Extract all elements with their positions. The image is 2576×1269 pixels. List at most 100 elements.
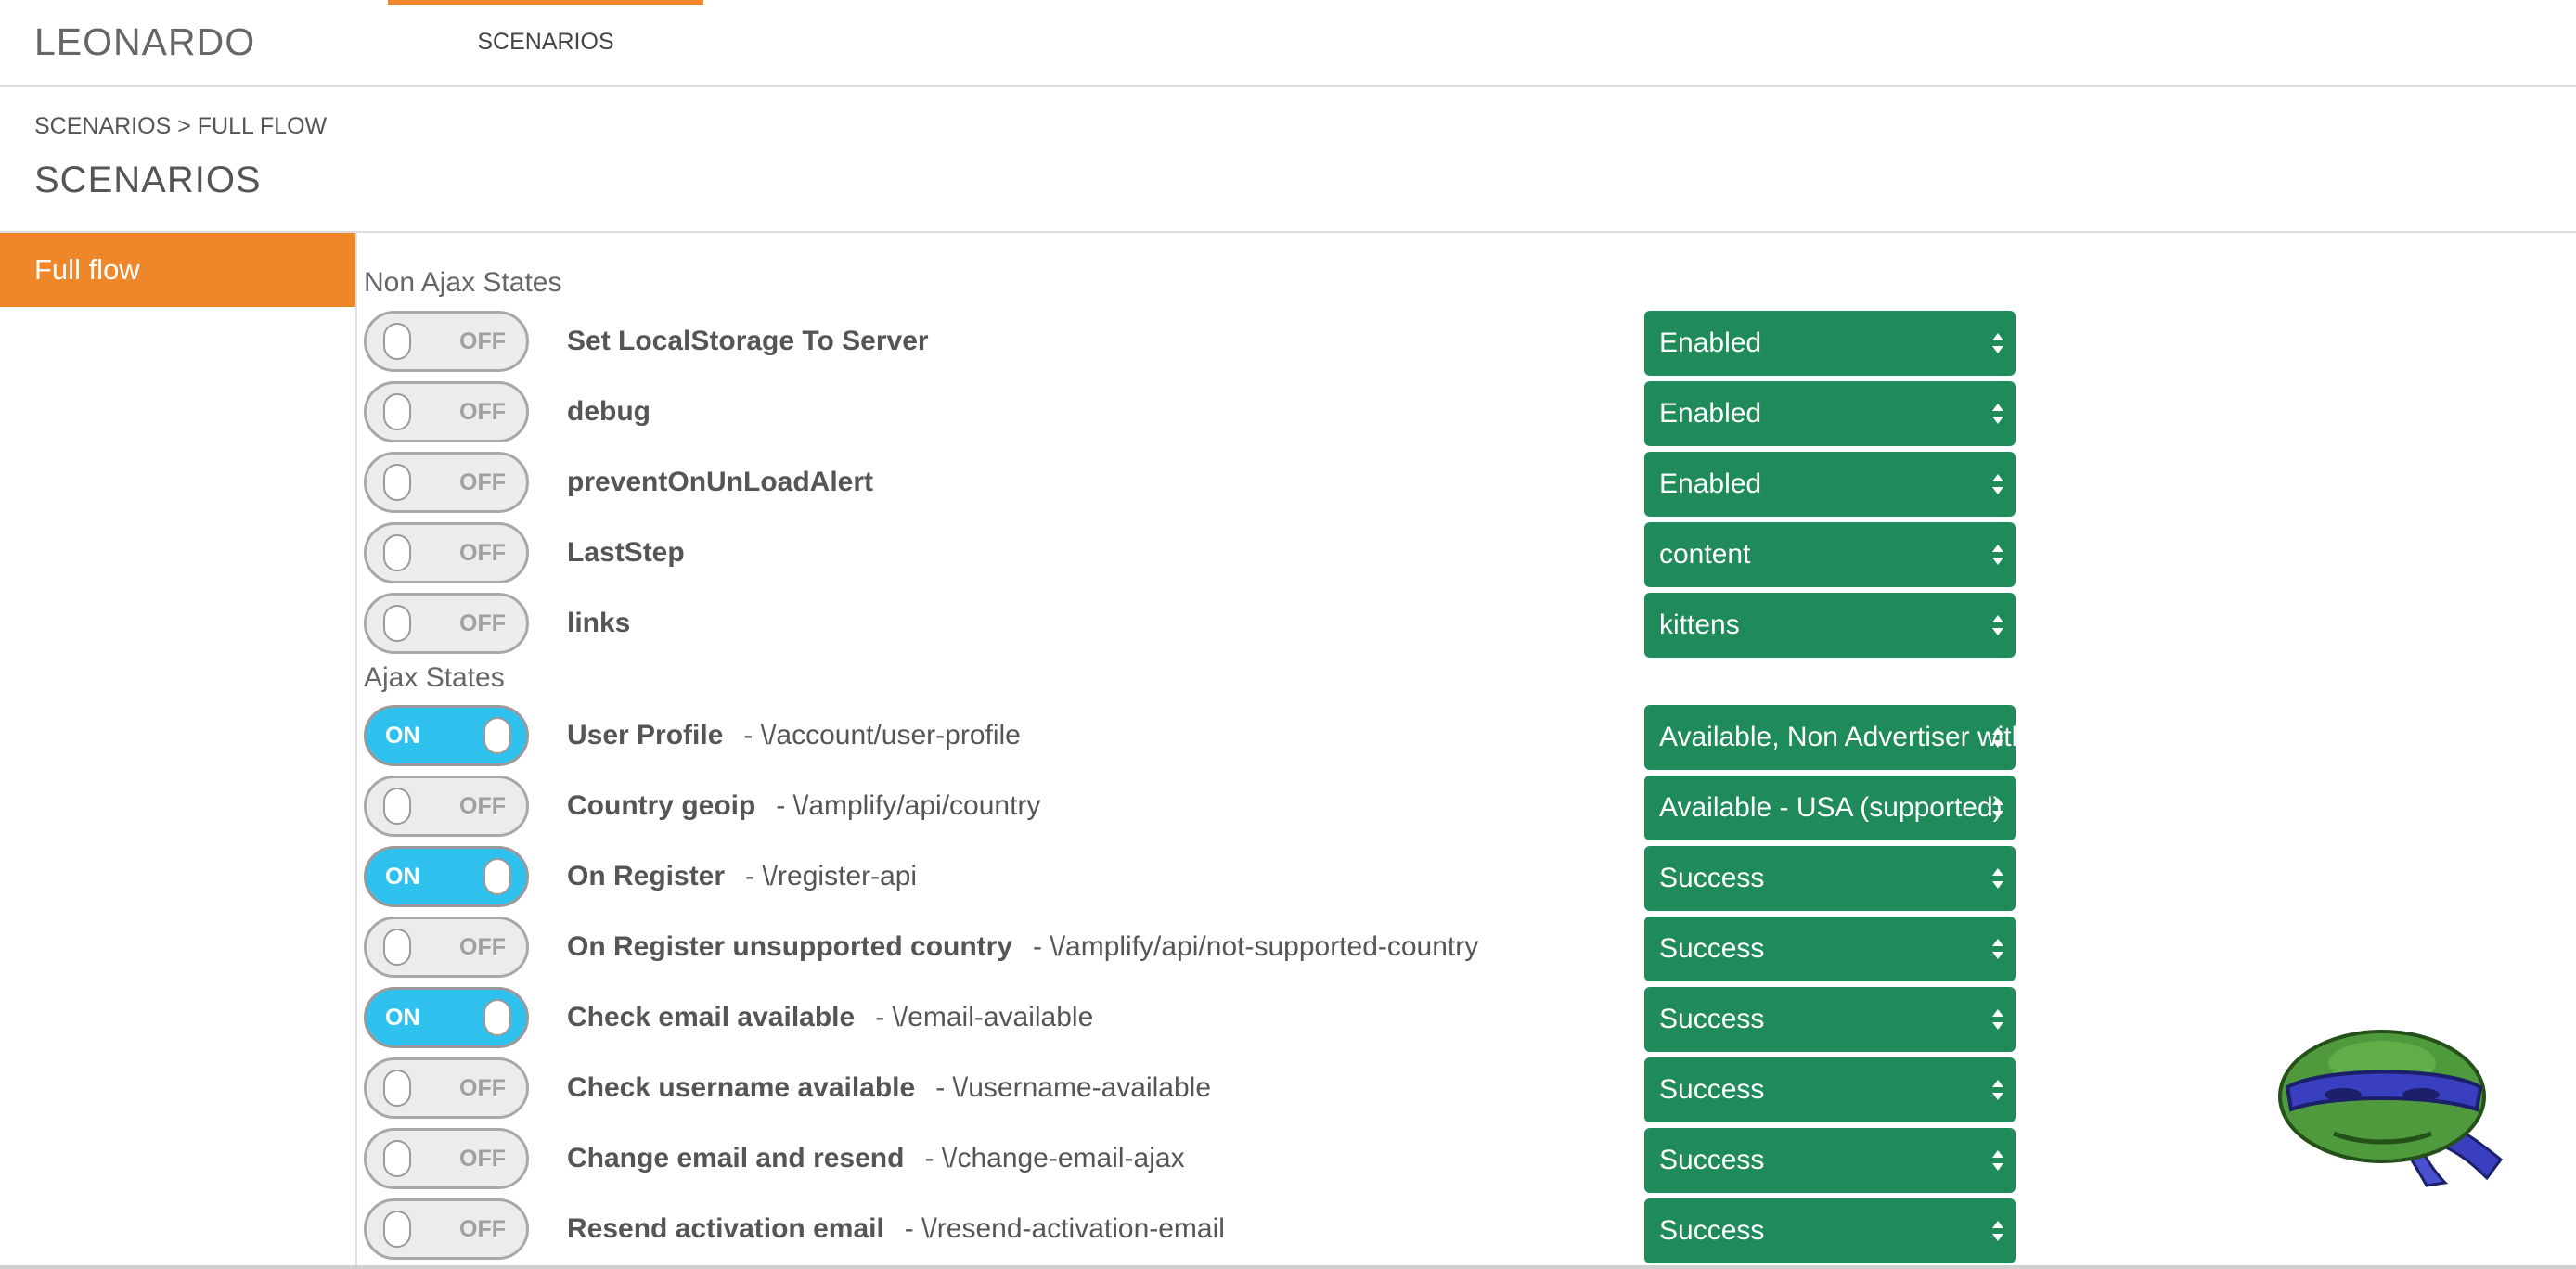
select-value: Success (1659, 1004, 1765, 1034)
state-endpoint-path: - \/email-available (875, 1002, 1094, 1032)
state-row: OFF Check username available - \/username… (364, 1058, 2220, 1122)
select-arrows-icon (1990, 846, 2006, 911)
toggle-state-label: OFF (459, 328, 506, 354)
state-toggle[interactable]: OFF (364, 311, 529, 372)
toggle-state-label: ON (385, 1005, 420, 1031)
state-value-select[interactable]: content (1644, 522, 2016, 587)
state-toggle[interactable]: OFF (364, 522, 529, 583)
state-value-select[interactable]: Available, Non Advertiser without (1644, 705, 2016, 770)
state-row: ON Check email available - \/email-availa… (364, 987, 2220, 1052)
toggle-state-label: OFF (459, 793, 506, 819)
state-toggle[interactable]: ON (364, 846, 529, 907)
state-row: OFF preventOnUnLoadAlert Enabled (364, 452, 2220, 517)
ajax-section-title: Ajax States (364, 662, 505, 693)
state-endpoint-path: - \/account/user-profile (743, 720, 1021, 750)
sidebar-item-full-flow[interactable]: Full flow (0, 233, 355, 307)
toggle-state-label: OFF (459, 399, 506, 425)
state-name: Country geoip (567, 790, 756, 821)
toggle-knob (383, 1211, 411, 1248)
state-name: On Register (567, 861, 726, 891)
state-name: preventOnUnLoadAlert (567, 467, 874, 497)
select-arrows-icon (1990, 776, 2006, 840)
top-header: LEONARDO SCENARIOS (0, 0, 2576, 87)
state-label: Check email available - \/email-available (567, 987, 1093, 1048)
state-label: LastStep (567, 522, 685, 583)
state-name: User Profile (567, 720, 724, 750)
nav-tab-scenarios[interactable]: SCENARIOS (388, 0, 703, 85)
state-name: debug (567, 396, 650, 427)
state-label: Set LocalStorage To Server (567, 311, 929, 372)
page-title: SCENARIOS (34, 160, 262, 200)
toggle-state-label: ON (385, 864, 420, 890)
state-toggle[interactable]: OFF (364, 916, 529, 978)
state-row: ON On Register - \/register-api Success (364, 846, 2220, 911)
select-value: Enabled (1659, 327, 1762, 358)
toggle-knob (383, 323, 411, 360)
state-row: ON User Profile - \/account/user-profile … (364, 705, 2220, 770)
state-endpoint-path: - \/username-available (935, 1072, 1212, 1103)
state-toggle[interactable]: OFF (364, 1058, 529, 1119)
state-row: OFF Country geoip - \/amplify/api/country… (364, 776, 2220, 840)
brand-logo[interactable]: LEONARDO (34, 20, 255, 64)
state-value-select[interactable]: Success (1644, 1058, 2016, 1122)
state-endpoint-path: - \/resend-activation-email (904, 1213, 1225, 1244)
state-value-select[interactable]: Available - USA (supported) (1644, 776, 2016, 840)
toggle-state-label: OFF (459, 1216, 506, 1242)
state-toggle[interactable]: OFF (364, 776, 529, 837)
state-value-select[interactable]: Success (1644, 1128, 2016, 1193)
state-value-select[interactable]: kittens (1644, 593, 2016, 658)
state-toggle[interactable]: OFF (364, 381, 529, 442)
select-arrows-icon (1990, 522, 2006, 587)
toggle-state-label: OFF (459, 934, 506, 960)
state-value-select[interactable]: Success (1644, 846, 2016, 911)
state-value-select[interactable]: Enabled (1644, 381, 2016, 446)
state-row: OFF Set LocalStorage To Server Enabled (364, 311, 2220, 376)
toggle-knob (383, 929, 411, 966)
sidebar: Full flow (0, 233, 357, 1269)
state-row: OFF debug Enabled (364, 381, 2220, 446)
state-name: Change email and resend (567, 1143, 905, 1173)
state-label: Change email and resend - \/change-email-… (567, 1128, 1185, 1189)
state-row: OFF LastStep content (364, 522, 2220, 587)
select-value: Success (1659, 863, 1765, 893)
toggle-knob (383, 788, 411, 825)
state-value-select[interactable]: Success (1644, 916, 2016, 981)
state-toggle[interactable]: OFF (364, 452, 529, 513)
state-name: Check username available (567, 1072, 916, 1103)
state-value-select[interactable]: Enabled (1644, 311, 2016, 376)
state-value-select[interactable]: Enabled (1644, 452, 2016, 517)
state-label: links (567, 593, 630, 654)
breadcrumb[interactable]: SCENARIOS > FULL FLOW (34, 113, 327, 140)
state-label: On Register unsupported country - \/ampli… (567, 916, 1478, 978)
select-value: Enabled (1659, 468, 1762, 499)
scenario-states-panel: Non Ajax States OFF Set LocalStorage To … (357, 233, 2576, 1269)
state-value-select[interactable]: Success (1644, 1198, 2016, 1263)
state-toggle[interactable]: ON (364, 987, 529, 1048)
state-row: OFF Change email and resend - \/change-em… (364, 1128, 2220, 1193)
toggle-knob (483, 999, 511, 1036)
select-arrows-icon (1990, 593, 2006, 658)
toggle-state-label: OFF (459, 610, 506, 636)
toggle-state-label: OFF (459, 1146, 506, 1172)
state-value-select[interactable]: Success (1644, 987, 2016, 1052)
toggle-knob (483, 858, 511, 895)
state-toggle[interactable]: OFF (364, 1128, 529, 1189)
toggle-state-label: OFF (459, 540, 506, 566)
state-name: Set LocalStorage To Server (567, 326, 929, 356)
state-row: OFF Resend activation email - \/resend-ac… (364, 1198, 2220, 1263)
state-row: OFF links kittens (364, 593, 2220, 658)
select-value: Available - USA (supported) (1659, 792, 2003, 823)
state-toggle[interactable]: OFF (364, 1198, 529, 1260)
select-value: kittens (1659, 609, 1740, 640)
state-endpoint-path: - \/register-api (745, 861, 918, 891)
toggle-state-label: OFF (459, 469, 506, 495)
non-ajax-section-title: Non Ajax States (364, 267, 562, 298)
state-endpoint-path: - \/change-email-ajax (924, 1143, 1185, 1173)
state-toggle[interactable]: OFF (364, 593, 529, 654)
bottom-border (0, 1265, 2576, 1269)
toggle-knob (383, 464, 411, 501)
toggle-knob (383, 605, 411, 642)
active-tab-indicator (388, 0, 703, 5)
state-toggle[interactable]: ON (364, 705, 529, 766)
turtle-mascot-icon[interactable] (2269, 1030, 2510, 1187)
